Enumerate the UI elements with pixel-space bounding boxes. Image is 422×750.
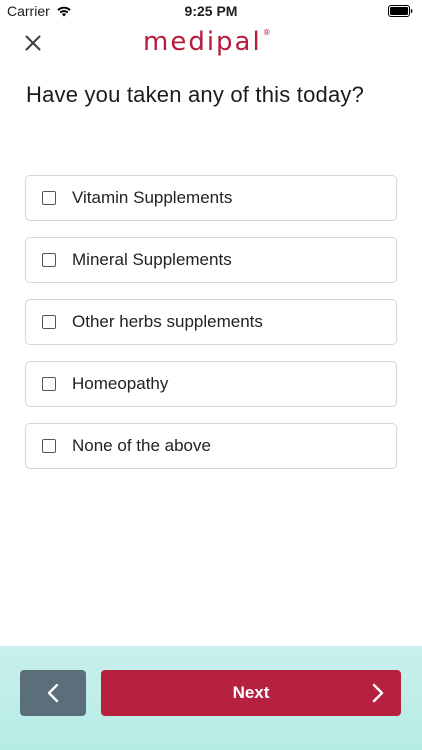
options-list: Vitamin Supplements Mineral Supplements … [25, 175, 397, 485]
option-homeopathy[interactable]: Homeopathy [25, 361, 397, 407]
close-icon [25, 35, 41, 51]
option-label: Vitamin Supplements [72, 188, 233, 207]
battery-icon [388, 5, 413, 17]
checkbox[interactable] [42, 439, 56, 453]
next-button-label: Next [232, 683, 270, 702]
checkbox[interactable] [42, 253, 56, 267]
checkbox[interactable] [42, 377, 56, 391]
option-none-of-the-above[interactable]: None of the above [25, 423, 397, 469]
checkbox[interactable] [42, 315, 56, 329]
option-label: Other herbs supplements [72, 312, 263, 331]
option-mineral-supplements[interactable]: Mineral Supplements [25, 237, 397, 283]
medipal-logo: medipal ® [143, 28, 271, 58]
next-button[interactable]: Next [101, 670, 401, 716]
option-label: Mineral Supplements [72, 250, 232, 269]
logo-text: medipal [143, 27, 262, 57]
option-vitamin-supplements[interactable]: Vitamin Supplements [25, 175, 397, 221]
logo-registered-mark: ® [262, 28, 271, 37]
chevron-right-icon [372, 683, 384, 703]
footer-bar: Next [0, 646, 422, 750]
status-bar: Carrier 9:25 PM [0, 0, 422, 22]
option-label: Homeopathy [72, 374, 169, 393]
question-title: Have you taken any of this today? [26, 82, 365, 107]
close-button[interactable] [18, 28, 48, 58]
checkbox[interactable] [42, 191, 56, 205]
chevron-left-icon [47, 683, 59, 703]
option-other-herbs-supplements[interactable]: Other herbs supplements [25, 299, 397, 345]
option-label: None of the above [72, 436, 211, 455]
status-time: 9:25 PM [184, 3, 238, 19]
back-button[interactable] [20, 670, 86, 716]
